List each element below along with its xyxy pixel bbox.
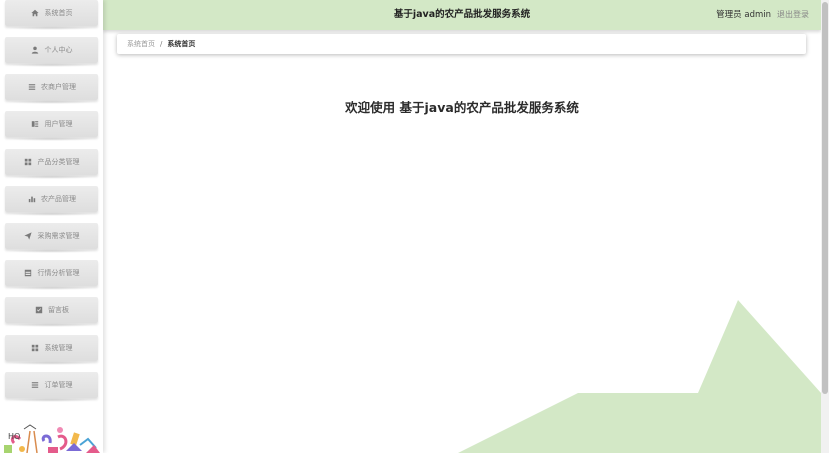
sidebar-item-label: 采购需求管理 bbox=[37, 232, 80, 240]
sidebar-item-categories[interactable]: 产品分类管理 bbox=[5, 149, 98, 179]
id-card-icon bbox=[31, 120, 40, 129]
send-icon bbox=[24, 232, 33, 241]
app-root: 系统首页 个人中心 农商户管理 用户管理 产品分类管理 农产品管理 采购需求管理 bbox=[0, 0, 829, 453]
sidebar-item-purchases[interactable]: 采购需求管理 bbox=[5, 223, 98, 253]
sidebar-item-label: 用户管理 bbox=[44, 120, 73, 128]
sidebar-item-label: 留言板 bbox=[48, 306, 69, 314]
bar-chart-icon bbox=[27, 195, 36, 204]
scrollbar-thumb[interactable] bbox=[822, 2, 828, 394]
sidebar-item-system[interactable]: 系统管理 bbox=[5, 335, 98, 365]
page-scrollbar[interactable] bbox=[821, 0, 829, 453]
sidebar-item-label: 产品分类管理 bbox=[37, 158, 80, 166]
sidebar-item-label: 农产品管理 bbox=[41, 195, 76, 203]
sidebar-item-label: 订单管理 bbox=[44, 381, 73, 389]
decorative-illustration: HO bbox=[4, 424, 100, 453]
sidebar-item-label: 个人中心 bbox=[44, 46, 73, 54]
sidebar-item-merchants[interactable]: 农商户管理 bbox=[5, 74, 98, 104]
sidebar-item-products[interactable]: 农产品管理 bbox=[5, 186, 98, 216]
table-icon bbox=[24, 269, 33, 278]
sidebar-item-orders[interactable]: 订单管理 bbox=[5, 372, 98, 402]
welcome-heading: 欢迎使用 基于java的农产品批发服务系统 bbox=[345, 100, 579, 115]
sidebar-item-label: 系统首页 bbox=[44, 9, 73, 17]
svg-text:HO: HO bbox=[8, 432, 20, 441]
sidebar-item-label: 行情分析管理 bbox=[37, 269, 80, 277]
top-header: 基于java的农产品批发服务系统 管理员 admin 退出登录 bbox=[103, 0, 821, 30]
decorative-mountain bbox=[458, 300, 821, 453]
breadcrumb: 系统首页 / 系统首页 bbox=[117, 34, 806, 54]
grid-icon bbox=[24, 158, 33, 167]
sidebar-item-home[interactable]: 系统首页 bbox=[5, 0, 98, 30]
logout-link[interactable]: 退出登录 bbox=[777, 0, 809, 30]
sidebar-item-label: 农商户管理 bbox=[41, 83, 76, 91]
list-icon bbox=[27, 83, 36, 92]
sidebar-item-users[interactable]: 用户管理 bbox=[5, 111, 98, 141]
current-user-label: 管理员 admin bbox=[716, 10, 771, 20]
sidebar-item-label: 系统管理 bbox=[44, 344, 73, 352]
sidebar-item-profile[interactable]: 个人中心 bbox=[5, 37, 98, 67]
user-icon bbox=[31, 46, 40, 55]
breadcrumb-current: 系统首页 bbox=[167, 40, 196, 48]
breadcrumb-separator: / bbox=[160, 40, 163, 48]
sidebar-item-message-board[interactable]: 留言板 bbox=[5, 297, 98, 327]
grid-icon bbox=[31, 344, 40, 353]
breadcrumb-home-link[interactable]: 系统首页 bbox=[127, 39, 155, 49]
board-icon bbox=[34, 306, 43, 315]
sidebar: 系统首页 个人中心 农商户管理 用户管理 产品分类管理 农产品管理 采购需求管理 bbox=[0, 0, 103, 453]
home-icon bbox=[31, 9, 40, 18]
app-title: 基于java的农产品批发服务系统 bbox=[393, 9, 531, 20]
sidebar-item-market-analysis[interactable]: 行情分析管理 bbox=[5, 260, 98, 290]
list-icon bbox=[31, 381, 40, 390]
